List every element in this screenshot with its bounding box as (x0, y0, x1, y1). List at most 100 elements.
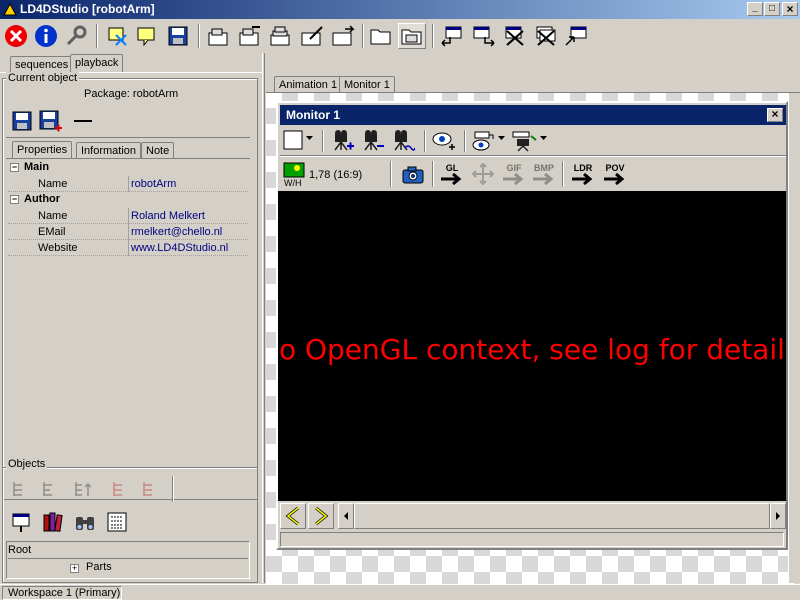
close-icon[interactable] (3, 23, 29, 49)
panel-splitter[interactable] (0, 451, 262, 455)
previous-frame-button[interactable] (280, 503, 306, 529)
tab-playback[interactable]: playback (70, 54, 124, 73)
workspace-scrollbar[interactable] (788, 93, 800, 583)
export-bmp-icon[interactable]: BMP (530, 161, 558, 187)
app-titlebar: LD4DStudio [robotArm] _ □ × (0, 0, 800, 19)
camera-remove-icon[interactable] (360, 129, 386, 153)
property-value[interactable]: www.LD4DStudio.nl (130, 242, 228, 254)
tab-properties[interactable]: Properties (12, 141, 73, 159)
collapse-author-toggle[interactable]: − (10, 195, 19, 204)
window-right-icon[interactable] (470, 23, 498, 49)
object-tree[interactable] (6, 541, 250, 579)
maximize-button[interactable]: □ (764, 2, 780, 16)
window-pin-icon[interactable] (8, 509, 34, 535)
property-row[interactable]: EMail rmelkert@chello.nl (8, 224, 248, 240)
export-pov-icon[interactable]: POV (600, 161, 630, 187)
objects-legend: Objects (6, 458, 48, 470)
property-row[interactable]: Website www.LD4DStudio.nl (8, 240, 248, 256)
tree-add-icon[interactable] (8, 478, 30, 500)
property-value[interactable]: rmelkert@chello.nl (130, 226, 222, 238)
dropdown-arrow-icon[interactable] (306, 135, 314, 143)
component-stack-icon[interactable] (267, 23, 295, 49)
camera-settings-icon[interactable] (390, 129, 416, 153)
remove-component-icon[interactable] (236, 23, 264, 49)
tab-animation-1[interactable]: Animation 1 (274, 76, 343, 93)
package-label: Package: robotArm (84, 88, 179, 100)
scroll-left-button[interactable] (338, 503, 354, 529)
camera-add-icon[interactable] (330, 129, 356, 153)
current-object-legend: Current object (6, 72, 80, 84)
toolbar-separator (198, 24, 200, 48)
window-close-icon[interactable] (501, 23, 529, 49)
property-row[interactable]: Name Roland Melkert (8, 208, 248, 224)
property-key: EMail (38, 226, 66, 238)
expand-parts-toggle[interactable]: + (70, 564, 79, 573)
tab-sequences[interactable]: sequences (10, 56, 74, 73)
note-add-icon[interactable] (134, 23, 160, 49)
render-viewport[interactable]: No OpenGL context, see log for details (278, 191, 786, 501)
tab-information[interactable]: Information (76, 142, 142, 159)
tree-delete-icon[interactable] (138, 478, 160, 500)
export-gl-icon[interactable]: GL (438, 161, 466, 187)
add-component-icon[interactable] (205, 23, 233, 49)
monitor-titlebar[interactable]: Monitor 1 × (280, 105, 786, 125)
view-switch-icon[interactable] (470, 129, 496, 153)
property-key: Name (38, 210, 68, 222)
component-arrow-icon[interactable] (329, 23, 357, 49)
folder-open-icon[interactable] (368, 23, 394, 49)
save-icon[interactable] (165, 23, 191, 49)
property-key: Website (38, 242, 78, 254)
tab-note[interactable]: Note (141, 142, 175, 159)
opengl-error-message: No OpenGL context, see log for details (278, 333, 786, 366)
scroll-thumb[interactable] (354, 503, 770, 529)
group-main: − Main (10, 161, 50, 173)
close-window-button[interactable]: × (782, 2, 798, 16)
window-close-all-icon[interactable] (532, 23, 560, 49)
scroll-right-button[interactable] (770, 503, 786, 529)
main-toolbar (0, 19, 800, 53)
aspect-ratio-value: 1,78 (16:9) (309, 169, 363, 181)
collapse-main-toggle[interactable]: − (10, 163, 19, 172)
window-float-icon[interactable] (562, 23, 590, 49)
export-gif-icon[interactable]: GIF (500, 161, 528, 187)
main-splitter[interactable] (262, 53, 265, 583)
window-left-icon[interactable] (438, 23, 466, 49)
monitor-close-button[interactable]: × (767, 108, 783, 122)
view-add-icon[interactable] (430, 129, 458, 153)
left-panel: sequences playback Current object Packag… (0, 53, 262, 600)
minus-icon[interactable] (70, 109, 96, 133)
statusbar: Workspace 1 (Primary) (0, 584, 800, 600)
folder-window-icon[interactable] (398, 23, 426, 49)
camera-view-icon[interactable] (510, 129, 538, 153)
camera-snapshot-icon[interactable] (400, 163, 426, 187)
wrench-icon[interactable] (63, 23, 89, 49)
app-title: LD4DStudio [robotArm] (20, 2, 155, 16)
property-value[interactable]: robotArm (130, 178, 176, 190)
dropdown-arrow-icon[interactable] (540, 135, 548, 143)
tree-root[interactable]: Root (8, 544, 31, 556)
minimize-button[interactable]: _ (747, 2, 763, 16)
background-color-swatch[interactable] (282, 129, 304, 151)
horizontal-scrollbar[interactable] (338, 503, 786, 529)
property-value[interactable]: Roland Melkert (130, 210, 205, 222)
tree-up-icon[interactable] (70, 478, 96, 500)
binoculars-icon[interactable] (72, 509, 98, 535)
save-object-icon[interactable] (10, 109, 34, 133)
app-icon (3, 2, 17, 16)
list-view-icon[interactable] (104, 509, 130, 535)
dropdown-arrow-icon[interactable] (498, 135, 506, 143)
next-frame-button[interactable] (308, 503, 334, 529)
books-icon[interactable] (40, 509, 66, 535)
save-as-icon[interactable] (38, 109, 64, 133)
new-sparkle-icon[interactable] (104, 23, 130, 49)
component-edit-icon[interactable] (298, 23, 326, 49)
export-ldr-icon[interactable]: LDR (568, 161, 598, 187)
move-icon[interactable] (470, 161, 496, 187)
monitor-window: Monitor 1 × W/H 1,78 (16:9) GL GIF BMP L… (276, 101, 788, 550)
info-icon[interactable] (33, 23, 59, 49)
tree-insert-icon[interactable] (38, 478, 60, 500)
tab-monitor-1[interactable]: Monitor 1 (339, 76, 395, 93)
tree-move-icon[interactable] (108, 478, 130, 500)
tree-node-parts[interactable]: Parts (86, 561, 112, 573)
property-row[interactable]: Name robotArm (8, 176, 248, 192)
